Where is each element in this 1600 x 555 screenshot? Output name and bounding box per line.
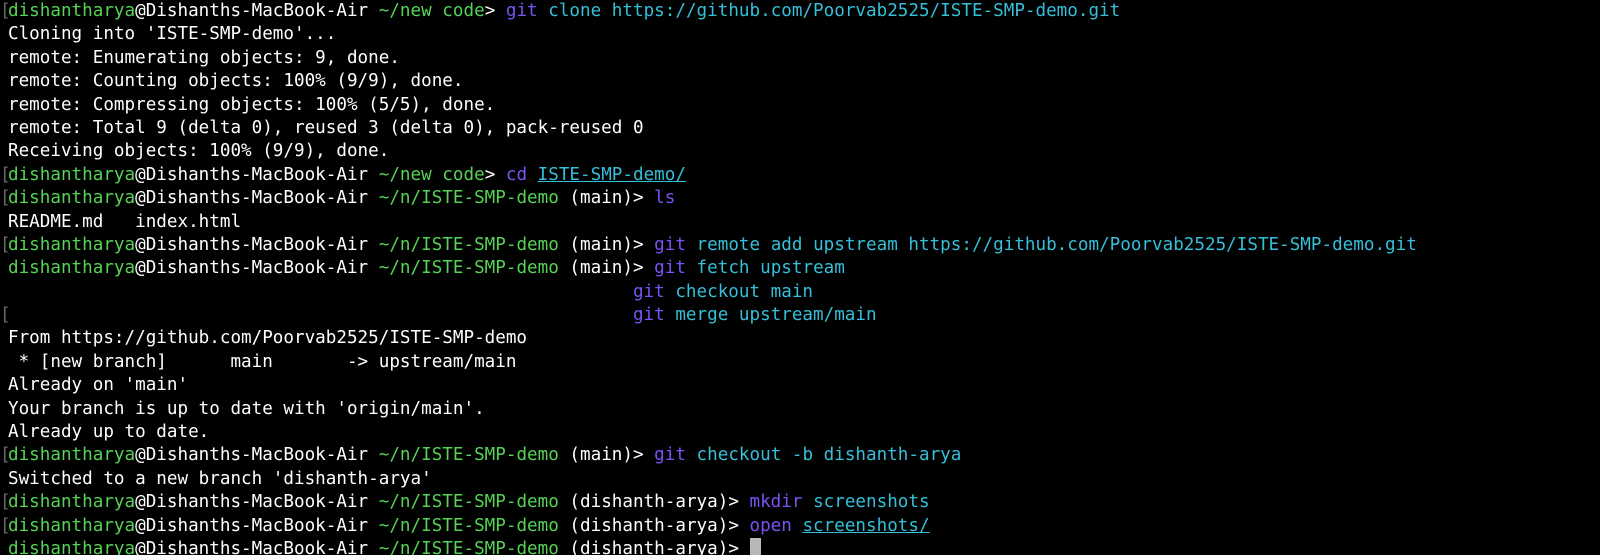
prompt-user: dishantharya bbox=[8, 515, 136, 536]
prompt-host: @Dishanths-MacBook-Air bbox=[135, 492, 369, 513]
prompt-host: @Dishanths-MacBook-Air bbox=[135, 188, 369, 209]
prompt-branch: (main) bbox=[569, 258, 633, 279]
command: ls bbox=[654, 188, 676, 209]
output-line: Switched to a new branch 'dishanth-arya' bbox=[8, 468, 432, 489]
command-args: checkout main bbox=[675, 281, 814, 302]
prompt-path: ~/new code bbox=[378, 1, 485, 21]
prompt-symbol: > bbox=[632, 258, 644, 279]
prompt-path: ~/n/ISTE-SMP-demo bbox=[378, 188, 559, 209]
output-line: remote: Enumerating objects: 9, done. bbox=[8, 47, 400, 68]
prompt-symbol: > bbox=[728, 492, 739, 513]
prompt-user: dishantharya bbox=[8, 258, 136, 279]
prompt-host: @Dishanths-MacBook-Air bbox=[135, 164, 369, 185]
terminal-line: [dishantharya@Dishanths-MacBook-Air ~/n/… bbox=[0, 515, 1600, 538]
prompt-host: @Dishanths-MacBook-Air bbox=[135, 445, 369, 466]
prompt-user: dishantharya bbox=[8, 1, 136, 21]
terminal-line: [dishantharya@Dishanths-MacBook-Air ~/n/… bbox=[0, 234, 1600, 257]
output-line: Receiving objects: 100% (9/9), done. bbox=[8, 141, 390, 162]
prompt-path: ~/new code bbox=[378, 164, 485, 185]
command: open bbox=[749, 515, 792, 536]
prompt-symbol: > bbox=[632, 234, 644, 255]
command: git bbox=[654, 234, 686, 255]
prompt-path: ~/n/ISTE-SMP-demo bbox=[378, 492, 559, 513]
output-line: remote: Counting objects: 100% (9/9), do… bbox=[8, 71, 464, 92]
prompt-path: ~/n/ISTE-SMP-demo bbox=[378, 538, 559, 555]
line-marker: [ bbox=[0, 515, 11, 536]
output-line: Already on 'main' bbox=[8, 375, 189, 396]
prompt-user: dishantharya bbox=[8, 538, 136, 555]
prompt-branch: (dishanth-arya) bbox=[569, 538, 729, 555]
prompt-path: ~/n/ISTE-SMP-demo bbox=[378, 258, 559, 279]
prompt-symbol: > bbox=[728, 515, 739, 536]
terminal-line: [dishantharya@Dishanths-MacBook-Air ~/ne… bbox=[0, 0, 1600, 23]
prompt-branch: (dishanth-arya) bbox=[569, 515, 729, 536]
terminal-line: [dishantharya@Dishanths-MacBook-Air ~/n/… bbox=[0, 187, 1600, 210]
terminal-line: [dishantharya@Dishanths-MacBook-Air ~/ne… bbox=[0, 164, 1600, 187]
prompt-branch: (dishanth-arya) bbox=[569, 492, 729, 513]
prompt-symbol: > bbox=[728, 538, 739, 555]
terminal-line: git checkout main bbox=[8, 281, 1600, 304]
command-args: remote add upstream https://github.com/P… bbox=[696, 234, 1417, 255]
prompt-user: dishantharya bbox=[8, 445, 136, 466]
command-args: fetch upstream bbox=[696, 258, 845, 279]
line-marker: [ bbox=[0, 445, 11, 466]
command: git bbox=[654, 445, 686, 466]
output-line: remote: Compressing objects: 100% (5/5),… bbox=[8, 94, 496, 115]
output-line: Already up to date. bbox=[8, 422, 210, 443]
prompt-host: @Dishanths-MacBook-Air bbox=[135, 258, 369, 279]
prompt-path: ~/n/ISTE-SMP-demo bbox=[378, 234, 559, 255]
prompt-user: dishantharya bbox=[8, 492, 136, 513]
active-prompt-line[interactable]: dishantharya@Dishanths-MacBook-Air ~/n/I… bbox=[8, 537, 1600, 555]
prompt-symbol: > bbox=[484, 1, 496, 21]
terminal-line: [ git merge upstream/main bbox=[0, 304, 1600, 327]
command: git bbox=[505, 1, 538, 21]
line-marker: [ bbox=[0, 234, 11, 255]
prompt-branch: (main) bbox=[569, 234, 633, 255]
output-line: remote: Total 9 (delta 0), reused 3 (del… bbox=[8, 117, 644, 138]
line-marker: [ bbox=[0, 1, 11, 21]
terminal-line: [dishantharya@Dishanths-MacBook-Air ~/n/… bbox=[0, 444, 1600, 467]
line-marker: [ bbox=[0, 492, 11, 513]
output-line: Your branch is up to date with 'origin/m… bbox=[8, 398, 485, 419]
terminal-line: [dishantharya@Dishanths-MacBook-Air ~/n/… bbox=[0, 491, 1600, 514]
command-args: clone https://github.com/Poorvab2525/IST… bbox=[548, 1, 1121, 21]
output-line: * [new branch] main -> upstream/main bbox=[8, 351, 517, 372]
command: mkdir bbox=[749, 492, 803, 513]
prompt-host: @Dishanths-MacBook-Air bbox=[135, 1, 369, 21]
command-args: merge upstream/main bbox=[675, 305, 877, 326]
prompt-user: dishantharya bbox=[8, 188, 136, 209]
prompt-symbol: > bbox=[632, 188, 644, 209]
prompt-path: ~/n/ISTE-SMP-demo bbox=[378, 445, 559, 466]
prompt-user: dishantharya bbox=[8, 164, 136, 185]
path-link[interactable]: ISTE-SMP-demo/ bbox=[538, 165, 686, 185]
line-marker: [ bbox=[0, 305, 11, 326]
line-marker: [ bbox=[0, 164, 11, 185]
prompt-user: dishantharya bbox=[8, 234, 136, 255]
output-line: README.md index.html bbox=[8, 211, 242, 232]
terminal-window[interactable]: [dishantharya@Dishanths-MacBook-Air ~/ne… bbox=[0, 0, 1600, 555]
command: git bbox=[632, 281, 665, 302]
output-line: Cloning into 'ISTE-SMP-demo'... bbox=[8, 24, 337, 45]
line-marker: [ bbox=[0, 188, 11, 209]
output-line: From https://github.com/Poorvab2525/ISTE… bbox=[8, 328, 528, 349]
prompt-branch: (main) bbox=[569, 188, 633, 209]
text-cursor[interactable] bbox=[749, 537, 761, 555]
command: git bbox=[632, 305, 665, 326]
command: git bbox=[654, 258, 686, 279]
prompt-host: @Dishanths-MacBook-Air bbox=[135, 515, 369, 536]
command-args: screenshots bbox=[813, 492, 930, 513]
command: cd bbox=[505, 164, 528, 185]
prompt-path: ~/n/ISTE-SMP-demo bbox=[378, 515, 559, 536]
prompt-branch: (main) bbox=[569, 445, 633, 466]
prompt-symbol: > bbox=[632, 445, 644, 466]
path-link[interactable]: screenshots/ bbox=[802, 516, 929, 536]
command-args: checkout -b dishanth-arya bbox=[696, 445, 962, 466]
terminal-line: dishantharya@Dishanths-MacBook-Air ~/n/I… bbox=[8, 257, 1600, 280]
prompt-symbol: > bbox=[484, 164, 496, 185]
prompt-host: @Dishanths-MacBook-Air bbox=[135, 538, 369, 555]
prompt-host: @Dishanths-MacBook-Air bbox=[135, 234, 369, 255]
